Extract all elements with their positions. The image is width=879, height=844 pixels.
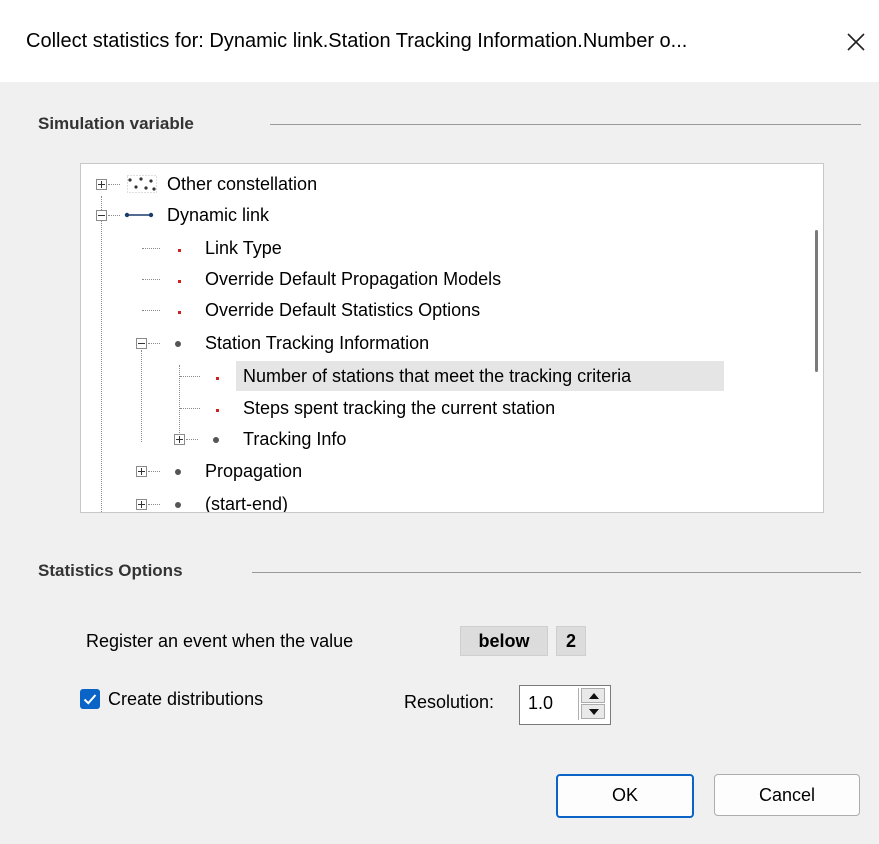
tree-item-steps-spent[interactable]: Steps spent tracking the current station [81, 393, 811, 423]
tree-item-other-constellation[interactable]: Other constellation [81, 169, 811, 199]
tree-connector [148, 471, 160, 472]
spin-down-button[interactable] [581, 704, 605, 719]
red-dot-icon [216, 377, 219, 380]
close-icon [847, 33, 865, 51]
tree-item-override-propagation[interactable]: Override Default Propagation Models [81, 264, 811, 294]
red-dot-icon [178, 249, 181, 252]
gray-dot-icon [213, 437, 219, 443]
spin-up-button[interactable] [581, 688, 605, 703]
link-icon [124, 212, 154, 218]
ok-button[interactable]: OK [556, 774, 694, 818]
cancel-button[interactable]: Cancel [714, 774, 860, 816]
tree-connector [142, 248, 160, 249]
tree-connector [142, 279, 160, 280]
close-button[interactable] [838, 24, 874, 60]
gray-dot-icon [175, 469, 181, 475]
title-bar: Collect statistics for: Dynamic link.Sta… [0, 0, 879, 82]
tree-item-label: Dynamic link [167, 205, 270, 225]
tree-connector [108, 184, 120, 185]
resolution-label: Resolution: [404, 692, 495, 712]
event-condition-selector[interactable]: below [460, 626, 548, 656]
tree-connector [180, 408, 200, 409]
collapse-icon[interactable] [96, 210, 107, 221]
tree-item-start-end[interactable]: (start-end) [81, 489, 811, 513]
tree-item-label: (start-end) [205, 494, 289, 513]
tree-item-override-statistics[interactable]: Override Default Statistics Options [81, 295, 811, 325]
expand-icon[interactable] [174, 434, 185, 445]
tree-item-label: Tracking Info [243, 429, 347, 449]
spin-buttons [578, 688, 607, 720]
tree-item-propagation[interactable]: Propagation [81, 456, 811, 486]
tree-item-station-tracking[interactable]: Station Tracking Information [81, 328, 811, 358]
red-dot-icon [178, 280, 181, 283]
simulation-variable-heading: Simulation variable [38, 114, 194, 133]
variable-tree[interactable]: Other constellation Dynamic link Link Ty… [80, 163, 824, 513]
tree-connector [148, 343, 160, 344]
tree-scrollbar[interactable] [815, 230, 818, 372]
red-dot-icon [216, 409, 219, 412]
section-divider [252, 572, 861, 573]
constellation-icon [127, 175, 157, 193]
expand-icon[interactable] [136, 466, 147, 477]
gray-dot-icon [175, 502, 181, 508]
tree-item-tracking-info[interactable]: Tracking Info [81, 424, 811, 454]
resolution-spinbox[interactable]: 1.0 [519, 685, 611, 725]
expand-icon[interactable] [96, 179, 107, 190]
tree-item-label: Override Default Statistics Options [205, 300, 481, 320]
tree-item-label: Link Type [205, 238, 282, 258]
section-divider [270, 124, 861, 125]
create-distributions-label[interactable]: Create distributions [108, 689, 263, 710]
window-title: Collect statistics for: Dynamic link.Sta… [26, 30, 688, 52]
arrow-down-icon [589, 709, 599, 715]
red-dot-icon [178, 311, 181, 314]
event-label: Register an event when the value [86, 631, 354, 651]
tree-item-dynamic-link[interactable]: Dynamic link [81, 200, 811, 230]
tree-connector [180, 376, 200, 377]
tree-item-label: Steps spent tracking the current station [243, 398, 556, 418]
tree-item-label: Other constellation [167, 174, 318, 194]
event-value-field[interactable]: 2 [556, 626, 586, 656]
tree-connector [142, 310, 160, 311]
tree-connector [186, 439, 198, 440]
tree-item-number-of-stations-content: Number of stations that meet the trackin… [81, 361, 811, 391]
tree-item-label: Propagation [205, 461, 303, 481]
arrow-up-icon [589, 693, 599, 699]
resolution-value[interactable]: 1.0 [528, 693, 553, 714]
tree-item-label: Station Tracking Information [205, 333, 430, 353]
tree-item-label: Number of stations that meet the trackin… [243, 366, 632, 386]
checkmark-icon [83, 694, 97, 705]
create-distributions-checkbox[interactable] [80, 689, 100, 709]
tree-connector [148, 504, 160, 505]
gray-dot-icon [175, 341, 181, 347]
tree-connector [108, 215, 120, 216]
tree-item-label: Override Default Propagation Models [205, 269, 502, 289]
tree-item-link-type[interactable]: Link Type [81, 233, 811, 263]
collapse-icon[interactable] [136, 338, 147, 349]
expand-icon[interactable] [136, 499, 147, 510]
statistics-options-heading: Statistics Options [38, 561, 183, 580]
